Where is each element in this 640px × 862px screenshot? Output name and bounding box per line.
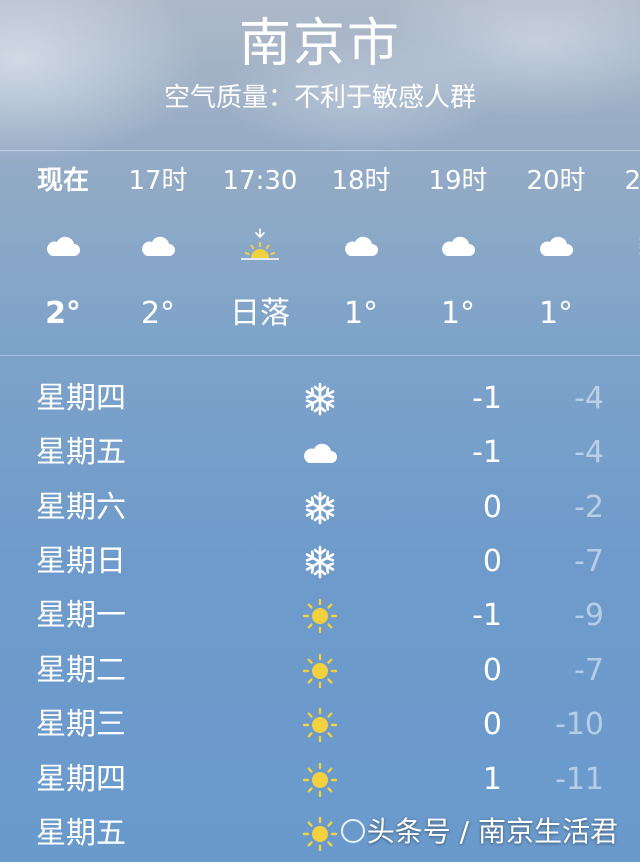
sun-icon <box>302 762 338 798</box>
hour-label: 17时 <box>128 166 188 196</box>
air-quality-text: 空气质量：不利于敏感人群 <box>163 83 476 113</box>
daily-row: 星期二 0 -7 <box>0 644 640 698</box>
cloud-icon <box>442 236 475 256</box>
snow-icon <box>305 491 335 525</box>
cloud-icon <box>304 443 337 463</box>
day-name: 星期六 <box>36 490 126 525</box>
day-name: 星期日 <box>36 544 126 579</box>
daily-row: 星期六 0 -2 <box>0 481 640 535</box>
daily-row: 星期一 -1 -9 <box>0 589 640 643</box>
day-name: 星期四 <box>36 381 126 416</box>
low-temperature: -4 <box>574 435 604 470</box>
watermark-text: 头条号 / 南京生活君 <box>366 815 618 848</box>
high-temperature: 0 <box>482 490 502 525</box>
high-temperature: 0 <box>482 544 502 579</box>
hour-label: 17:30 <box>222 166 298 196</box>
cloud-icon <box>540 236 573 256</box>
day-name: 星期四 <box>36 762 126 797</box>
daily-row: 星期五 -1 -4 <box>0 426 640 480</box>
low-temperature: -2 <box>574 490 604 525</box>
cloud-icon <box>142 236 175 256</box>
hourly-item: 19时 1° <box>408 150 508 356</box>
low-temperature: -11 <box>555 762 604 797</box>
hour-temperature: 2° <box>140 296 176 331</box>
daily-row: 星期四 -1 -4 <box>0 372 640 426</box>
high-temperature: 0 <box>482 653 502 688</box>
sunset-icon <box>241 228 279 260</box>
hour-label: 现在 <box>36 166 89 196</box>
day-name: 星期五 <box>36 435 126 470</box>
hourly-forecast[interactable]: 现在 2° 17时 2° 17:30 日落 18时 1° 19时 1° 20时 … <box>0 150 640 356</box>
snow-icon <box>305 382 335 416</box>
hourly-item: 18时 1° <box>311 150 411 356</box>
cloud-icon <box>47 236 80 256</box>
hourly-item-sunset: 17:30 日落 <box>210 150 310 356</box>
snow-icon <box>305 545 335 579</box>
sun-icon <box>302 707 338 743</box>
weather-screen: { "header": { "city": "南京市", "air_qualit… <box>0 0 640 862</box>
low-temperature: -7 <box>574 544 604 579</box>
low-temperature: -7 <box>574 653 604 688</box>
day-name: 星期二 <box>36 653 126 688</box>
daily-row: 星期日 0 -7 <box>0 535 640 589</box>
hour-temperature: 1° <box>343 296 379 331</box>
hour-label: 20时 <box>526 166 586 196</box>
hourly-item-now: 现在 2° <box>13 150 113 356</box>
high-temperature: -1 <box>472 598 502 633</box>
high-temperature: -1 <box>472 381 502 416</box>
hourly-item: 17时 2° <box>108 150 208 356</box>
high-temperature: 1 <box>482 762 502 797</box>
snow-icon <box>639 234 640 258</box>
sun-icon <box>302 816 338 852</box>
daily-row: 星期四 1 -11 <box>0 753 640 807</box>
hour-label: 18时 <box>331 166 391 196</box>
cloud-icon <box>345 236 378 256</box>
hour-label: 21时 <box>624 166 640 196</box>
daily-row: 星期三 0 -10 <box>0 698 640 752</box>
low-temperature: -10 <box>555 707 604 742</box>
watermark-logo-icon <box>340 819 365 843</box>
high-temperature: 0 <box>482 707 502 742</box>
watermark: 头条号 / 南京生活君 <box>340 808 618 856</box>
low-temperature: -4 <box>574 381 604 416</box>
city-name: 南京市 <box>238 14 401 74</box>
hour-temperature: 1° <box>538 296 574 331</box>
hourly-item: 20时 1° <box>506 150 606 356</box>
day-name: 星期五 <box>36 816 126 851</box>
hour-temperature: 1° <box>440 296 476 331</box>
low-temperature: -9 <box>574 598 604 633</box>
sun-icon <box>302 653 338 689</box>
day-name: 星期三 <box>36 707 126 742</box>
hourly-item-partial: 21时 <box>604 150 640 356</box>
sunset-label: 日落 <box>230 296 290 331</box>
hour-temperature: 2° <box>45 296 81 331</box>
divider-bottom <box>0 355 640 356</box>
sun-icon <box>302 598 338 634</box>
hour-label: 19时 <box>428 166 488 196</box>
day-name: 星期一 <box>36 598 126 633</box>
location-header: 南京市 空气质量：不利于敏感人群 <box>0 0 640 150</box>
high-temperature: -1 <box>472 435 502 470</box>
